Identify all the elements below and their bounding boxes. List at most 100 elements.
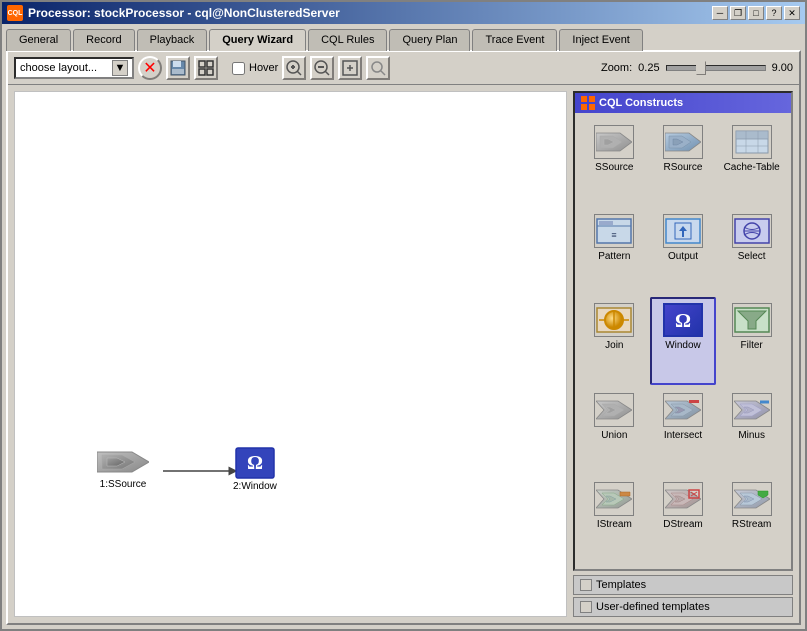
fit-button[interactable] (338, 56, 362, 80)
tab-general[interactable]: General (6, 29, 71, 51)
construct-dstream-icon (663, 482, 703, 516)
construct-output-icon (663, 214, 703, 248)
bottom-panels: Templates User-defined templates (573, 575, 793, 617)
minimize-button[interactable]: ─ (712, 6, 728, 20)
restore-button[interactable]: ❐ (730, 6, 746, 20)
construct-istream-label: IStream (597, 519, 632, 530)
construct-ssource[interactable]: SSource (581, 119, 648, 206)
zoom-max-value: 9.00 (772, 62, 793, 74)
tab-trace-event[interactable]: Trace Event (472, 29, 557, 51)
construct-output[interactable]: Output (650, 208, 717, 295)
construct-union-icon (594, 393, 634, 427)
tab-inject-event[interactable]: Inject Event (559, 29, 642, 51)
construct-select-label: Select (738, 251, 766, 262)
layout-dropdown-arrow[interactable]: ▼ (112, 60, 128, 76)
constructs-header: CQL Constructs (575, 93, 791, 113)
constructs-panel: CQL Constructs (573, 91, 793, 571)
construct-rsource-label: RSource (664, 162, 703, 173)
constructs-header-icon (581, 96, 595, 110)
construct-intersect-icon (663, 393, 703, 427)
window-node-icon: Ω (235, 447, 275, 479)
zoom-slider-thumb[interactable] (696, 61, 706, 75)
construct-select-icon (732, 214, 772, 248)
tab-query-plan[interactable]: Query Plan (389, 29, 470, 51)
delete-button[interactable]: ✕ (138, 56, 162, 80)
canvas-area[interactable]: 1:SSource Ω 2:Window (14, 91, 567, 617)
hover-checkbox-area: Hover (232, 62, 278, 75)
construct-cache-table-label: Cache-Table (724, 162, 780, 173)
construct-join-icon (594, 303, 634, 337)
templates-panel[interactable]: Templates (573, 575, 793, 595)
canvas-node-window[interactable]: Ω 2:Window (233, 447, 277, 492)
construct-filter[interactable]: Filter (718, 297, 785, 384)
zoom-label: Zoom: (601, 62, 632, 74)
right-panel: CQL Constructs (573, 91, 793, 617)
constructs-header-label: CQL Constructs (599, 97, 683, 109)
tab-cql-rules[interactable]: CQL Rules (308, 29, 387, 51)
zoom-in-icon (285, 59, 303, 77)
main-content: 1:SSource Ω 2:Window (8, 85, 799, 623)
construct-rstream-icon (732, 482, 772, 516)
user-templates-panel[interactable]: User-defined templates (573, 597, 793, 617)
tab-query-wizard[interactable]: Query Wizard (209, 29, 306, 51)
construct-select[interactable]: Select (718, 208, 785, 295)
construct-minus-label: Minus (738, 430, 765, 441)
ssource-node-label: 1:SSource (100, 479, 147, 490)
construct-rsource-icon (663, 125, 703, 159)
main-window: CQL Processor: stockProcessor - cql@NonC… (0, 0, 807, 631)
construct-dstream-label: DStream (663, 519, 702, 530)
layout-select-text: choose layout... (20, 62, 112, 74)
construct-intersect[interactable]: Intersect (650, 387, 717, 474)
construct-cache-table[interactable]: Cache-Table (718, 119, 785, 206)
constructs-grid: SSource (575, 113, 791, 569)
zoom-in-button[interactable] (282, 56, 306, 80)
construct-pattern[interactable]: ≡ Pattern (581, 208, 648, 295)
construct-pattern-icon: ≡ (594, 214, 634, 248)
close-button[interactable]: ✕ (784, 6, 800, 20)
construct-union-label: Union (601, 430, 627, 441)
zoom-out-button[interactable] (310, 56, 334, 80)
tabs-row: General Record Playback Query Wizard CQL… (2, 24, 805, 50)
construct-rsource[interactable]: RSource (650, 119, 717, 206)
connector-svg (15, 92, 566, 616)
title-buttons: ─ ❐ □ ? ✕ (712, 6, 800, 20)
svg-text:Ω: Ω (675, 310, 691, 332)
hover-label: Hover (249, 62, 278, 74)
zoom-slider-track[interactable] (666, 65, 766, 71)
construct-cache-table-icon (732, 125, 772, 159)
maximize-button[interactable]: □ (748, 6, 764, 20)
save-button[interactable] (166, 56, 190, 80)
construct-rstream[interactable]: RStream (718, 476, 785, 563)
fit-icon (341, 59, 359, 77)
help-button[interactable]: ? (766, 6, 782, 20)
construct-join-label: Join (605, 340, 623, 351)
construct-dstream[interactable]: DStream (650, 476, 717, 563)
title-bar: CQL Processor: stockProcessor - cql@NonC… (2, 2, 805, 24)
user-templates-label: User-defined templates (596, 601, 710, 613)
canvas-node-ssource[interactable]: 1:SSource (97, 447, 149, 490)
app-icon: CQL (7, 5, 23, 21)
tab-playback[interactable]: Playback (137, 29, 208, 51)
layout-select[interactable]: choose layout... ▼ (14, 57, 134, 79)
user-templates-icon (580, 601, 592, 613)
construct-minus[interactable]: Minus (718, 387, 785, 474)
construct-join[interactable]: Join (581, 297, 648, 384)
construct-istream[interactable]: IStream (581, 476, 648, 563)
tab-record[interactable]: Record (73, 29, 134, 51)
svg-text:Ω: Ω (247, 452, 263, 474)
svg-text:≡: ≡ (612, 230, 617, 240)
title-bar-left: CQL Processor: stockProcessor - cql@NonC… (7, 5, 340, 21)
search-button[interactable] (366, 56, 390, 80)
search-icon (369, 59, 387, 77)
construct-union[interactable]: Union (581, 387, 648, 474)
hover-checkbox[interactable] (232, 62, 245, 75)
construct-istream-icon (594, 482, 634, 516)
construct-intersect-label: Intersect (664, 430, 702, 441)
save-icon (170, 60, 186, 76)
construct-window[interactable]: Ω Window (650, 297, 717, 384)
construct-output-label: Output (668, 251, 698, 262)
templates-label: Templates (596, 579, 646, 591)
grid-button[interactable] (194, 56, 218, 80)
construct-ssource-label: SSource (595, 162, 633, 173)
ssource-node-icon (97, 447, 149, 477)
